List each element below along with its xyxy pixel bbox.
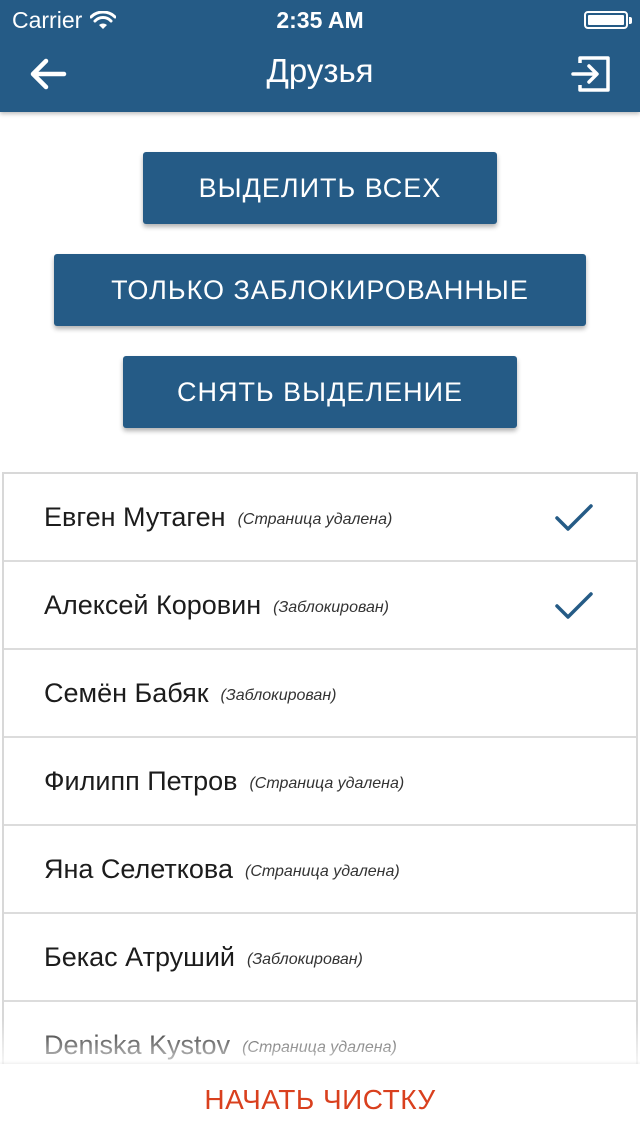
checkmark-icon [555,504,593,531]
list-item[interactable]: Яна Селеткова (Страница удалена) [4,826,636,914]
navigation-bar: Друзья [0,40,640,112]
page-title: Друзья [266,52,374,89]
bottom-bar: НАЧАТЬ ЧИСТКУ [0,1064,640,1136]
friend-status-note: (Страница удалена) [244,863,400,880]
list-item[interactable]: Филипп Петров (Страница удалена) [4,738,636,826]
friend-status-note: (Страница удалена) [237,511,393,528]
friend-name: Алексей Коровин [44,589,262,620]
friends-list: Евген Мутаген (Страница удалена) Алексей… [2,472,638,1072]
list-item[interactable]: Евген Мутаген (Страница удалена) [4,474,636,562]
list-item[interactable]: Deniska Kystov (Страница удалена) [4,1002,636,1072]
list-item[interactable]: Алексей Коровин (Заблокирован) [4,562,636,650]
friend-status-note: (Заблокирован) [246,951,363,968]
friend-name: Бекас Атруший [44,941,235,972]
status-bar: Carrier 2:35 AM [0,0,640,40]
checkmark-icon [555,592,593,619]
friend-name: Евген Мутаген [44,501,226,532]
deselect-button[interactable]: СНЯТЬ ВЫДЕЛЕНИЕ [123,356,517,428]
battery-icon [584,11,632,29]
friend-status-note: (Заблокирован) [220,687,337,704]
top-bar: Carrier 2:35 AM Друзья [0,0,640,112]
status-time: 2:35 AM [276,7,364,33]
friend-status-note: (Страница удалена) [249,775,405,792]
friend-name: Семён Бабяк [44,677,209,708]
only-blocked-button[interactable]: ТОЛЬКО ЗАБЛОКИРОВАННЫЕ [54,254,586,326]
friend-status-note: (Заблокирован) [273,599,390,616]
friend-name: Филипп Петров [44,765,238,796]
list-item[interactable]: Семён Бабяк (Заблокирован) [4,650,636,738]
battery-level [588,15,624,25]
start-cleanup-button[interactable]: НАЧАТЬ ЧИСТКУ [204,1084,435,1116]
friend-name: Deniska Kystov [44,1029,231,1060]
exit-icon [571,56,610,92]
friends-screen: Carrier 2:35 AM Друзья ВЫДЕЛИТЬ ВСЕХ ТОЛ… [0,0,640,1136]
friend-status-note: (Страница удалена) [242,1039,397,1056]
friend-name: Яна Селеткова [44,853,233,884]
select-all-button[interactable]: ВЫДЕЛИТЬ ВСЕХ [143,152,497,224]
exit-button[interactable] [568,50,616,98]
list-item[interactable]: Бекас Атруший (Заблокирован) [4,914,636,1002]
